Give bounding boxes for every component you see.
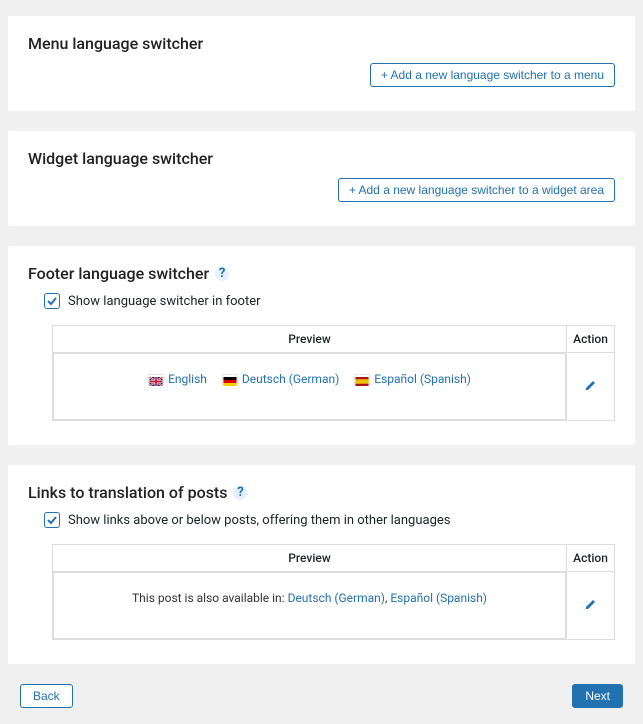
translation-links-panel: Links to translation of posts ? Show lin… — [8, 465, 635, 664]
menu-switcher-title: Menu language switcher — [28, 34, 615, 53]
help-icon[interactable]: ? — [233, 486, 247, 500]
lang-link-english[interactable]: English — [148, 372, 210, 386]
footer-show-checkbox[interactable] — [44, 293, 60, 309]
lang-label-de: Deutsch (German) — [242, 372, 339, 386]
table-row: This post is also available in: Deutsch … — [53, 572, 615, 640]
action-cell — [567, 353, 615, 421]
lang-link-spanish[interactable]: Español (Spanish) — [354, 372, 471, 386]
footer-preview-table: Preview Action English Deutsch (German) — [52, 325, 615, 421]
translation-link-german[interactable]: Deutsch (German) — [288, 591, 385, 605]
translation-show-checkbox[interactable] — [44, 512, 60, 528]
add-menu-switcher-button[interactable]: + Add a new language switcher to a menu — [370, 63, 615, 87]
footer-checkbox-label: Show language switcher in footer — [68, 294, 261, 309]
preview-header: Preview — [53, 326, 567, 353]
footer-preview-content: English Deutsch (German) Español (Spanis… — [53, 353, 566, 420]
footer-switcher-title: Footer language switcher ? — [28, 264, 615, 283]
menu-language-switcher-panel: Menu language switcher + Add a new langu… — [8, 16, 635, 111]
uk-flag-icon — [148, 374, 164, 385]
help-icon[interactable]: ? — [215, 267, 229, 281]
preview-cell: This post is also available in: Deutsch … — [53, 572, 567, 640]
lang-link-german[interactable]: Deutsch (German) — [222, 372, 342, 386]
footer-language-switcher-panel: Footer language switcher ? Show language… — [8, 246, 635, 445]
lang-label-es: Español (Spanish) — [374, 372, 471, 386]
edit-icon[interactable] — [584, 380, 598, 396]
add-widget-switcher-button[interactable]: + Add a new language switcher to a widge… — [338, 178, 615, 202]
checkmark-icon — [46, 295, 58, 307]
footer-switcher-title-text: Footer language switcher — [28, 264, 209, 283]
footer-checkbox-row: Show language switcher in footer — [44, 293, 615, 309]
translation-links-title: Links to translation of posts ? — [28, 483, 615, 502]
lang-label-en: English — [168, 372, 207, 386]
translation-checkbox-row: Show links above or below posts, offerin… — [44, 512, 615, 528]
checkmark-icon — [46, 514, 58, 526]
table-header-row: Preview Action — [53, 545, 615, 572]
action-header: Action — [567, 326, 615, 353]
preview-header: Preview — [53, 545, 567, 572]
translation-link-spanish[interactable]: Español (Spanish) — [390, 591, 487, 605]
table-header-row: Preview Action — [53, 326, 615, 353]
spain-flag-icon — [354, 374, 370, 385]
table-row: English Deutsch (German) Español (Spanis… — [53, 353, 615, 421]
germany-flag-icon — [222, 374, 238, 385]
translation-intro-text: This post is also available in: — [132, 591, 288, 605]
translation-checkbox-label: Show links above or below posts, offerin… — [68, 513, 450, 528]
widget-language-switcher-panel: Widget language switcher + Add a new lan… — [8, 131, 635, 226]
translation-preview-table: Preview Action This post is also availab… — [52, 544, 615, 640]
widget-switcher-title: Widget language switcher — [28, 149, 615, 168]
translation-links-title-text: Links to translation of posts — [28, 483, 227, 502]
action-header: Action — [567, 545, 615, 572]
preview-cell: English Deutsch (German) Español (Spanis… — [53, 353, 567, 421]
edit-icon[interactable] — [584, 599, 598, 615]
translation-preview-content: This post is also available in: Deutsch … — [53, 572, 566, 639]
action-cell — [567, 572, 615, 640]
